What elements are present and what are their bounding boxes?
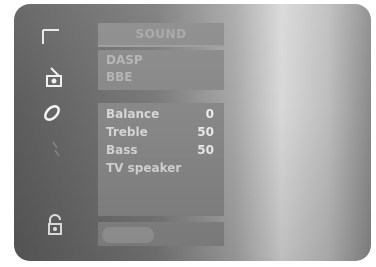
- menu-item-tv-speaker[interactable]: TV speaker: [106, 161, 181, 175]
- channel-icon[interactable]: [41, 102, 63, 124]
- menu-item-bass[interactable]: Bass: [106, 143, 138, 157]
- menu-item-bbe: BBE: [106, 70, 133, 84]
- setup-icon[interactable]: [44, 138, 66, 160]
- menu-item-treble[interactable]: Treble: [106, 125, 148, 139]
- treble-value: 50: [197, 125, 214, 139]
- title-divider: [98, 45, 224, 47]
- lock-icon[interactable]: [44, 214, 66, 236]
- menu-item-dasp: DASP: [106, 53, 143, 67]
- bass-value: 50: [197, 143, 214, 157]
- sound-options-panel: Balance 0 Treble 50 Bass 50 TV speaker: [98, 103, 224, 216]
- menu-title: SOUND: [98, 23, 224, 45]
- bottom-pill: [102, 227, 154, 243]
- menu-item-balance[interactable]: Balance: [106, 107, 159, 121]
- osd-menu: SOUND DASP BBE Balance 0 Treble 50 Bass …: [14, 4, 371, 261]
- picture-icon[interactable]: [40, 26, 62, 48]
- sound-icon[interactable]: [44, 66, 66, 88]
- balance-value: 0: [205, 107, 214, 121]
- disabled-options-panel: DASP BBE: [98, 50, 224, 90]
